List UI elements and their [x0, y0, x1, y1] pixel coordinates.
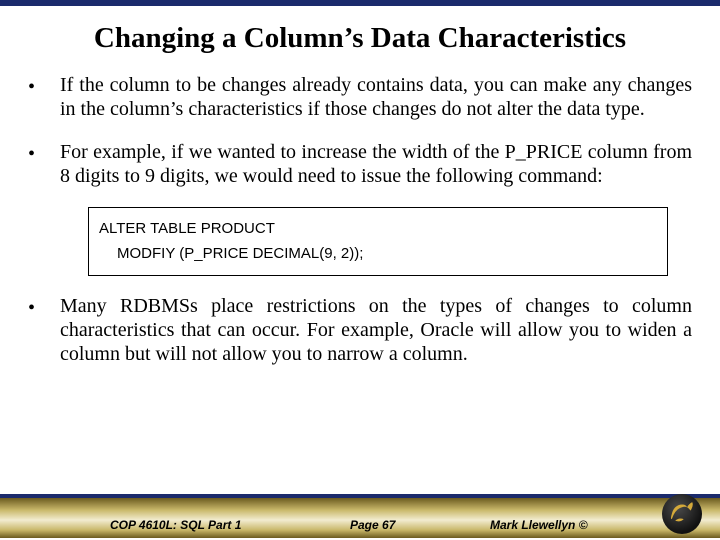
code-line: MODFIY (P_PRICE DECIMAL(9, 2));	[99, 241, 657, 267]
footer-bar: COP 4610L: SQL Part 1 Page 67 Mark Llewe…	[0, 498, 720, 538]
footer-course: COP 4610L: SQL Part 1	[110, 518, 241, 532]
pegasus-icon	[665, 497, 699, 531]
slide-title: Changing a Column’s Data Characteristics	[28, 22, 692, 55]
bullet-item: • For example, if we wanted to increase …	[28, 140, 692, 189]
footer-page: Page 67	[350, 518, 395, 532]
bullet-marker: •	[28, 73, 60, 99]
bullet-marker: •	[28, 294, 60, 320]
bullet-text: For example, if we wanted to increase th…	[60, 140, 692, 189]
code-box: ALTER TABLE PRODUCT MODFIY (P_PRICE DECI…	[88, 207, 668, 276]
ucf-logo	[662, 494, 702, 534]
bullet-list: • Many RDBMSs place restrictions on the …	[28, 294, 692, 367]
footer-author: Mark Llewellyn ©	[490, 518, 588, 532]
slide-body: Changing a Column’s Data Characteristics…	[0, 6, 720, 492]
bullet-marker: •	[28, 140, 60, 166]
bullet-text: If the column to be changes already cont…	[60, 73, 692, 122]
bullet-item: • Many RDBMSs place restrictions on the …	[28, 294, 692, 367]
bullet-item: • If the column to be changes already co…	[28, 73, 692, 122]
bullet-text: Many RDBMSs place restrictions on the ty…	[60, 294, 692, 367]
footer: COP 4610L: SQL Part 1 Page 67 Mark Llewe…	[0, 494, 720, 540]
bullet-list: • If the column to be changes already co…	[28, 73, 692, 189]
code-line: ALTER TABLE PRODUCT	[99, 216, 657, 242]
